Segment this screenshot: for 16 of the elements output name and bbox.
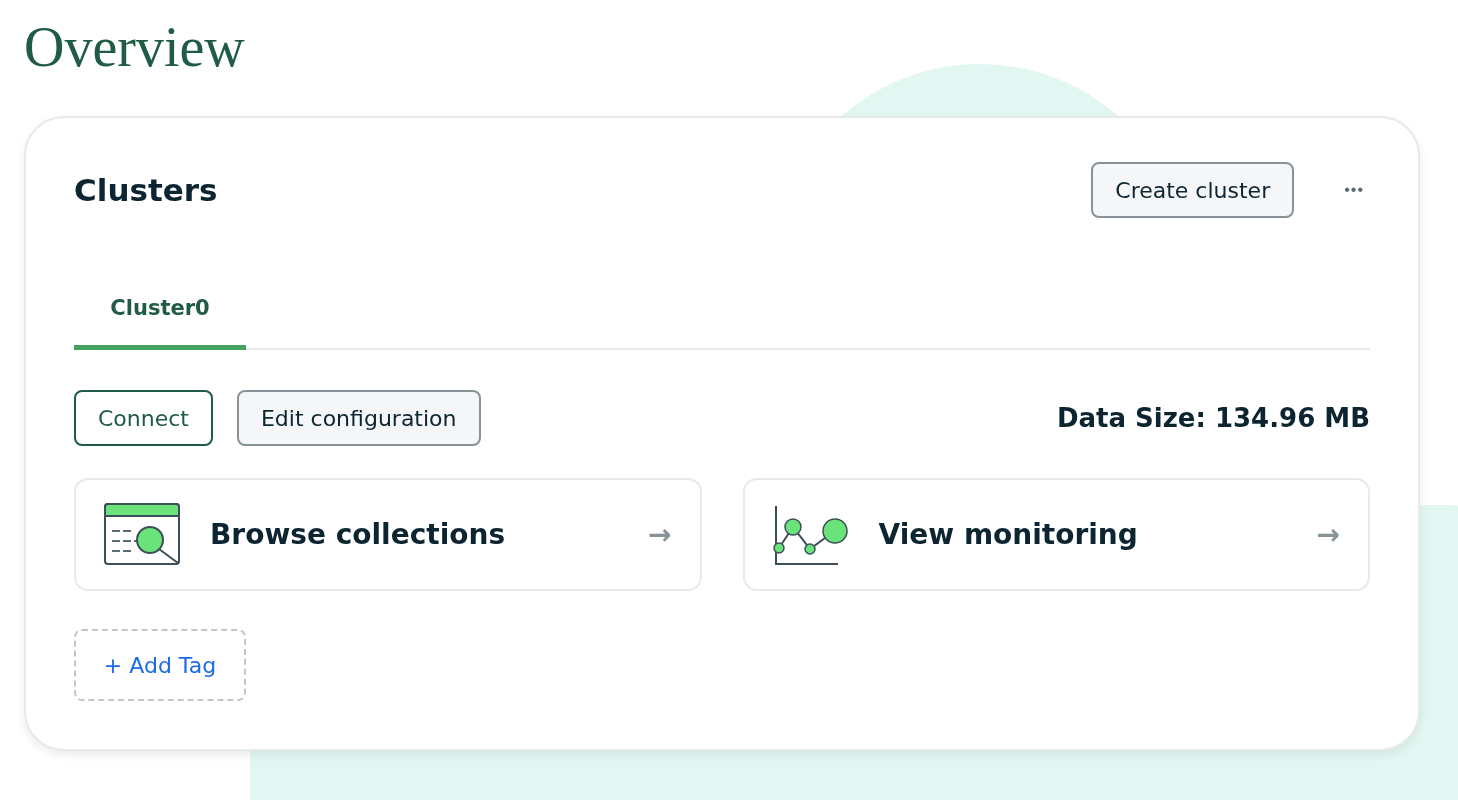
edit-button[interactable]: Edit configuration (236, 390, 481, 446)
shortcut-label: Browse collections (210, 518, 506, 551)
page-title: Overview (24, 15, 245, 80)
cluster-tab[interactable]: Cluster0 (74, 280, 246, 350)
shortcut-card[interactable]: View monitoring → (742, 478, 1370, 591)
arrow-icon: → (648, 518, 672, 551)
arrow-icon: → (1316, 518, 1340, 551)
data-size: Data Size: 134.96 MB (1056, 403, 1370, 433)
card-heading: Clusters (74, 172, 218, 208)
add-tag-button[interactable]: + Add Tag (74, 629, 246, 701)
shortcut-label: View monitoring (878, 518, 1138, 551)
browser-magnifier-icon (104, 502, 182, 567)
more-button[interactable]: ••• (1338, 181, 1370, 199)
shortcut-card[interactable]: Browse collections → (74, 478, 702, 591)
connect-button[interactable]: Connect (74, 390, 213, 446)
create-cluster-button[interactable]: Create cluster (1091, 162, 1295, 218)
